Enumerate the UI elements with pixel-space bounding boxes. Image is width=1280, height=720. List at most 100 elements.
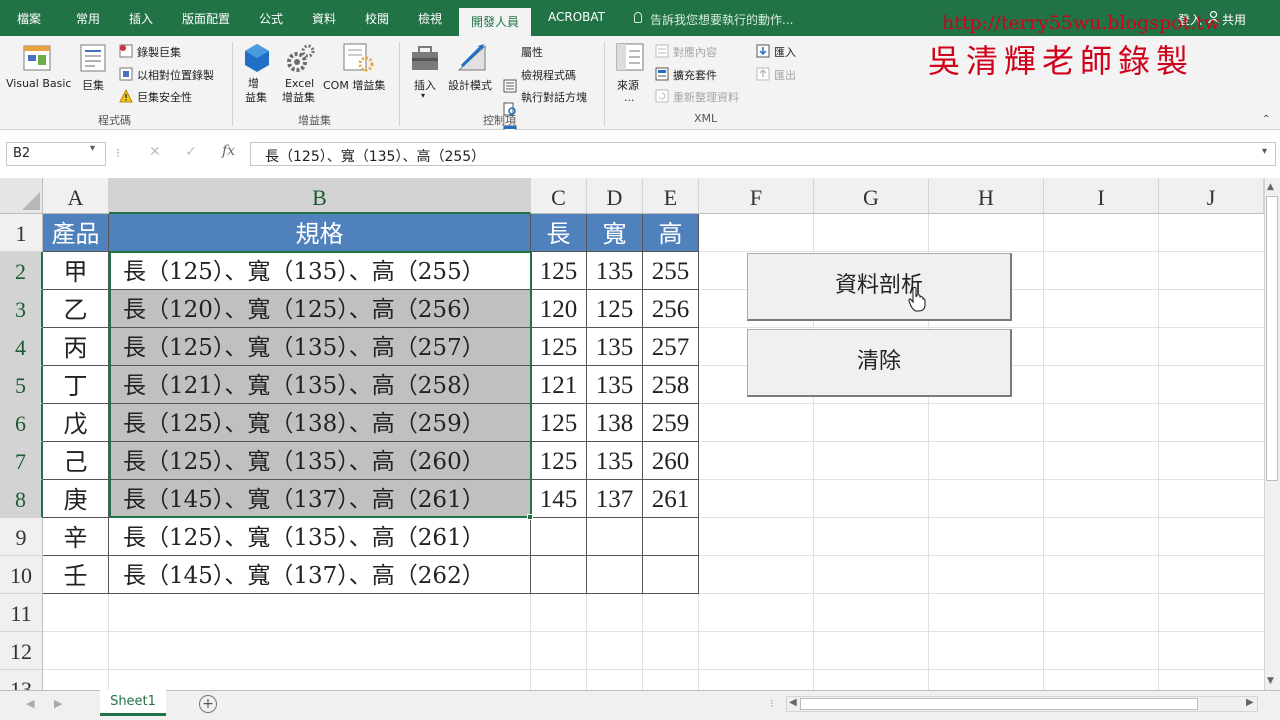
length-cell[interactable]: 145 [531, 480, 587, 518]
length-cell[interactable]: 121 [531, 366, 587, 404]
tell-me-box[interactable]: 告訴我您想要執行的動作... [650, 11, 793, 28]
width-cell[interactable]: 135 [587, 328, 643, 366]
expansion-packs-button[interactable]: 擴充套件 [673, 67, 717, 83]
previous-sheet-icon[interactable]: ◀ [26, 697, 34, 710]
row-header[interactable]: 2 [0, 252, 43, 290]
row-header[interactable]: 12 [0, 632, 43, 670]
column-header[interactable]: B [109, 178, 531, 214]
length-cell[interactable] [531, 556, 587, 594]
xml-source-line2[interactable]: ... [624, 91, 635, 104]
table-header-cell[interactable]: 產品 [43, 214, 109, 252]
height-cell[interactable]: 257 [643, 328, 699, 366]
excel-addins-line2[interactable]: 增益集 [282, 91, 315, 105]
row-header[interactable]: 11 [0, 594, 43, 632]
next-sheet-icon[interactable]: ▶ [54, 697, 62, 710]
chevron-down-icon[interactable]: ▾ [90, 143, 95, 154]
design-mode-button[interactable]: 設計模式 [448, 77, 492, 93]
column-header[interactable]: F [699, 178, 814, 214]
horizontal-scroll-thumb[interactable] [800, 698, 1198, 710]
height-cell[interactable]: 259 [643, 404, 699, 442]
width-cell[interactable]: 135 [587, 442, 643, 480]
macro-security-button[interactable]: 巨集安全性 [137, 89, 192, 105]
parse-data-button[interactable]: 資料剖析 [747, 253, 1012, 321]
run-dialog-button[interactable]: 執行對話方塊 [521, 89, 587, 105]
visual-basic-button[interactable]: Visual Basic [6, 77, 71, 90]
length-cell[interactable] [531, 518, 587, 556]
column-header[interactable]: C [531, 178, 587, 214]
spec-cell[interactable]: 長（145）、寬（137）、高（261） [109, 480, 531, 518]
scroll-up-icon[interactable]: ▲ [1267, 182, 1274, 192]
spec-cell[interactable]: 長（125）、寬（135）、高（261） [109, 518, 531, 556]
view-code-button[interactable]: 檢視程式碼 [521, 67, 576, 83]
height-cell[interactable]: 260 [643, 442, 699, 480]
add-sheet-icon[interactable]: + [199, 695, 217, 713]
width-cell[interactable] [587, 518, 643, 556]
relative-reference-button[interactable]: 以相對位置錄製 [137, 67, 214, 83]
length-cell[interactable]: 125 [531, 252, 587, 290]
check-icon[interactable]: ✓ [185, 144, 197, 160]
column-header[interactable]: H [929, 178, 1044, 214]
table-header-cell[interactable]: 規格 [109, 214, 531, 252]
row-header[interactable]: 4 [0, 328, 43, 366]
spec-cell[interactable]: 長（145）、寬（137）、高（262） [109, 556, 531, 594]
row-header[interactable]: 10 [0, 556, 43, 594]
clear-button[interactable]: 清除 [747, 329, 1012, 397]
length-cell[interactable]: 125 [531, 404, 587, 442]
column-header[interactable]: I [1044, 178, 1159, 214]
excel-addins-line1[interactable]: Excel [285, 77, 314, 91]
width-cell[interactable]: 135 [587, 366, 643, 404]
tab-data[interactable]: 資料 [312, 10, 336, 27]
product-cell[interactable]: 乙 [43, 290, 109, 328]
tab-file[interactable]: 檔案 [17, 10, 41, 27]
tab-formulas[interactable]: 公式 [259, 10, 283, 27]
tab-home[interactable]: 常用 [76, 10, 100, 27]
height-cell[interactable]: 255 [643, 252, 699, 290]
formula-input[interactable]: 長（125）、寬（135）、高（255） [250, 142, 1276, 166]
product-cell[interactable]: 己 [43, 442, 109, 480]
width-cell[interactable] [587, 556, 643, 594]
select-all-button[interactable] [0, 178, 43, 214]
length-cell[interactable]: 120 [531, 290, 587, 328]
worksheet-grid[interactable]: ABCDEFGHIJ 1 2 3 4 5 6 7 8 9 10 11 12 13 產品 規格長寬高甲長（1… [0, 178, 1264, 690]
product-cell[interactable]: 戊 [43, 404, 109, 442]
tab-split-handle[interactable]: ⁝ [770, 697, 774, 710]
row-header[interactable]: 1 [0, 214, 43, 252]
tab-acrobat[interactable]: ACROBAT [548, 10, 605, 24]
row-header[interactable]: 13 [0, 670, 43, 690]
width-cell[interactable]: 138 [587, 404, 643, 442]
width-cell[interactable]: 125 [587, 290, 643, 328]
com-addins-button[interactable]: COM 增益集 [323, 77, 385, 93]
row-header[interactable]: 6 [0, 404, 43, 442]
row-header[interactable]: 8 [0, 480, 43, 518]
tab-view[interactable]: 檢視 [418, 10, 442, 27]
addins-button-line1[interactable]: 增 [248, 77, 259, 91]
height-cell[interactable] [643, 518, 699, 556]
height-cell[interactable] [643, 556, 699, 594]
share-button[interactable]: 共用 [1222, 11, 1246, 28]
width-cell[interactable]: 137 [587, 480, 643, 518]
product-cell[interactable]: 壬 [43, 556, 109, 594]
scroll-down-icon[interactable]: ▼ [1267, 676, 1274, 686]
macros-button[interactable]: 巨集 [82, 77, 104, 93]
cancel-icon[interactable]: ✕ [149, 144, 161, 160]
spec-cell[interactable]: 長（125）、寬（135）、高（257） [109, 328, 531, 366]
table-header-cell[interactable]: 寬 [587, 214, 643, 252]
vertical-scroll-thumb[interactable] [1266, 196, 1278, 481]
product-cell[interactable]: 甲 [43, 252, 109, 290]
length-cell[interactable]: 125 [531, 442, 587, 480]
properties-button[interactable]: 屬性 [521, 44, 543, 60]
spec-cell[interactable]: 長（125）、寬（138）、高（259） [109, 404, 531, 442]
scroll-left-icon[interactable]: ◀ [789, 697, 797, 708]
width-cell[interactable]: 135 [587, 252, 643, 290]
product-cell[interactable]: 辛 [43, 518, 109, 556]
spec-cell[interactable]: 長（125）、寬（135）、高（255） [109, 252, 531, 290]
product-cell[interactable]: 丁 [43, 366, 109, 404]
insert-function-icon[interactable]: fx [222, 143, 235, 159]
fill-handle[interactable] [527, 514, 533, 520]
scroll-right-icon[interactable]: ▶ [1246, 697, 1254, 708]
product-cell[interactable]: 丙 [43, 328, 109, 366]
table-header-cell[interactable]: 長 [531, 214, 587, 252]
refresh-data-button[interactable]: 重新整理資料 [673, 89, 739, 105]
tab-developer[interactable]: 開發人員 [459, 8, 532, 36]
record-macro-button[interactable]: 錄製巨集 [137, 44, 181, 60]
